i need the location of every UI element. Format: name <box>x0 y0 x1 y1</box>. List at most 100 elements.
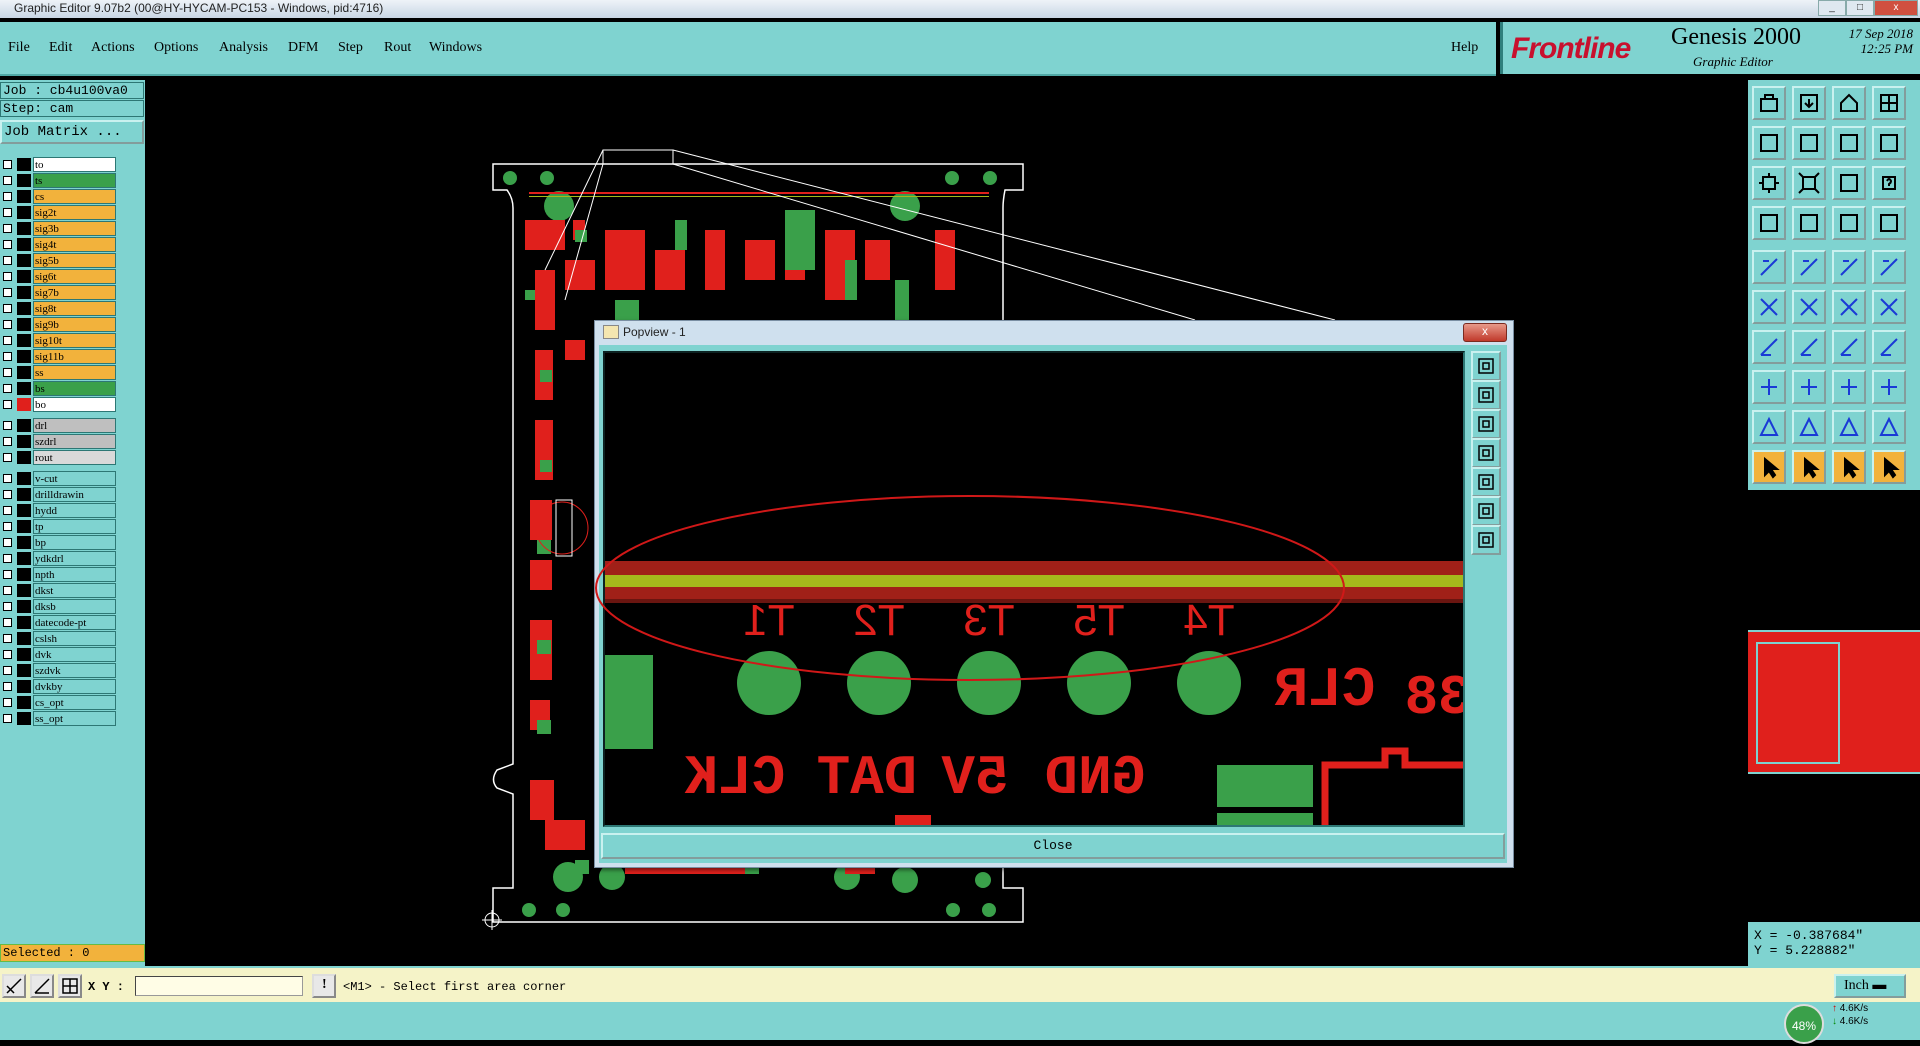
menu-edit[interactable]: Edit <box>49 40 72 56</box>
layer-row-ts[interactable]: ts <box>0 173 118 188</box>
network-meter[interactable]: 48% <box>1784 1004 1824 1044</box>
triangle-button[interactable] <box>1752 410 1786 444</box>
layer-row-rout[interactable]: rout <box>0 450 118 465</box>
layer-row-sig2t[interactable]: sig2t <box>0 205 118 220</box>
triangle-3-button[interactable] <box>1832 410 1866 444</box>
layer-row-sig6t[interactable]: sig6t <box>0 269 118 284</box>
unit-selector[interactable]: Inch ▬ <box>1834 974 1906 998</box>
menu-help[interactable]: Help <box>1451 40 1478 56</box>
layer-color-swatch[interactable] <box>17 270 31 283</box>
layer-row-bp[interactable]: bp <box>0 535 118 550</box>
layer-row-drilldrawin[interactable]: drilldrawin <box>0 487 118 502</box>
layer-checkbox[interactable] <box>3 304 12 313</box>
layer-name[interactable]: rout <box>33 450 116 465</box>
layer-color-swatch[interactable] <box>17 600 31 613</box>
layer-name[interactable]: drl <box>33 418 116 433</box>
overview-viewport[interactable] <box>1756 642 1840 764</box>
layer-name[interactable]: sig10t <box>33 333 116 348</box>
pointer-2-button[interactable] <box>1792 450 1826 484</box>
export-button[interactable] <box>1792 126 1826 160</box>
layer-checkbox[interactable] <box>3 256 12 265</box>
layer-row-cslsh[interactable]: cslsh <box>0 631 118 646</box>
layer-checkbox[interactable] <box>3 490 12 499</box>
layer-name[interactable]: cs <box>33 189 116 204</box>
layer-name[interactable]: sig8t <box>33 301 116 316</box>
layer-row-cs[interactable]: cs <box>0 189 118 204</box>
layer-row-ydkdrl[interactable]: ydkdrl <box>0 551 118 566</box>
layer-row-datecode-pt[interactable]: datecode-pt <box>0 615 118 630</box>
home-button[interactable] <box>1832 86 1866 120</box>
layer-name[interactable]: dvkby <box>33 679 116 694</box>
layer-name[interactable]: drilldrawin <box>33 487 116 502</box>
layer-color-swatch[interactable] <box>17 238 31 251</box>
layer-name[interactable]: bo <box>33 397 116 412</box>
copy-button[interactable] <box>1872 290 1906 324</box>
layer-row-sig10t[interactable]: sig10t <box>0 333 118 348</box>
layer-row-dksb[interactable]: dksb <box>0 599 118 614</box>
layer-checkbox[interactable] <box>3 570 12 579</box>
minimize-button[interactable]: _ <box>1818 0 1846 16</box>
layer-color-swatch[interactable] <box>17 382 31 395</box>
triangle-4-button[interactable] <box>1872 410 1906 444</box>
layer-name[interactable]: ss <box>33 365 116 380</box>
layer-color-swatch[interactable] <box>17 190 31 203</box>
layer-name[interactable]: bp <box>33 535 116 550</box>
maximize-button[interactable]: □ <box>1846 0 1874 16</box>
layer-color-swatch[interactable] <box>17 222 31 235</box>
import-button[interactable] <box>1752 126 1786 160</box>
split-view-button[interactable] <box>1872 86 1906 120</box>
layer-color-swatch[interactable] <box>17 568 31 581</box>
layer-name[interactable]: ts <box>33 173 116 188</box>
help-button[interactable] <box>1872 166 1906 200</box>
info-button[interactable]: ! <box>312 974 336 998</box>
pointer-button[interactable] <box>1752 450 1786 484</box>
menu-actions[interactable]: Actions <box>91 40 135 56</box>
menu-rout[interactable]: Rout <box>384 40 411 56</box>
layer-row-cs_opt[interactable]: cs_opt <box>0 695 118 710</box>
layer-row-drl[interactable]: drl <box>0 418 118 433</box>
layer-row-ss[interactable]: ss <box>0 365 118 380</box>
layer-name[interactable]: sig2t <box>33 205 116 220</box>
layer-checkbox[interactable] <box>3 400 12 409</box>
layer-row-v-cut[interactable]: v-cut <box>0 471 118 486</box>
layer-row-dkst[interactable]: dkst <box>0 583 118 598</box>
popview-close-x-button[interactable]: x <box>1463 323 1507 342</box>
layer-row-bo[interactable]: bo <box>0 397 118 412</box>
layer-color-swatch[interactable] <box>17 680 31 693</box>
layer-color-swatch[interactable] <box>17 366 31 379</box>
layer-row-sig3b[interactable]: sig3b <box>0 221 118 236</box>
layer-row-npth[interactable]: npth <box>0 567 118 582</box>
line-button[interactable] <box>1792 330 1826 364</box>
connect-button[interactable] <box>1752 290 1786 324</box>
layer-color-swatch[interactable] <box>17 174 31 187</box>
layer-name[interactable]: to <box>33 157 116 172</box>
layer-checkbox[interactable] <box>3 453 12 462</box>
layer-color-swatch[interactable] <box>17 520 31 533</box>
window-close-button[interactable]: x <box>1874 0 1918 16</box>
layer-row-to[interactable]: to <box>0 157 118 172</box>
menu-options[interactable]: Options <box>154 40 198 56</box>
layer-checkbox[interactable] <box>3 352 12 361</box>
measure-tool-button[interactable] <box>30 974 54 998</box>
layer-checkbox[interactable] <box>3 384 12 393</box>
save-layer-button[interactable] <box>1792 86 1826 120</box>
popview-close-button[interactable]: Close <box>601 833 1505 859</box>
mirror-button[interactable] <box>1832 126 1866 160</box>
layer-row-ss_opt[interactable]: ss_opt <box>0 711 118 726</box>
layer-row-dvk[interactable]: dvk <box>0 647 118 662</box>
layer-checkbox[interactable] <box>3 602 12 611</box>
pointer-3-button[interactable] <box>1832 450 1866 484</box>
layer-name[interactable]: hydd <box>33 503 116 518</box>
layer-color-swatch[interactable] <box>17 318 31 331</box>
layer-color-swatch[interactable] <box>17 632 31 645</box>
popview-fit-all-button[interactable] <box>1471 496 1501 526</box>
popview-zoom-button[interactable] <box>1471 351 1501 381</box>
menu-analysis[interactable]: Analysis <box>219 40 268 56</box>
layer-name[interactable]: datecode-pt <box>33 615 116 630</box>
layer-name[interactable]: sig5b <box>33 253 116 268</box>
layer-name[interactable]: sig9b <box>33 317 116 332</box>
layer-color-swatch[interactable] <box>17 504 31 517</box>
layer-row-sig7b[interactable]: sig7b <box>0 285 118 300</box>
layer-color-swatch[interactable] <box>17 158 31 171</box>
layer-checkbox[interactable] <box>3 336 12 345</box>
